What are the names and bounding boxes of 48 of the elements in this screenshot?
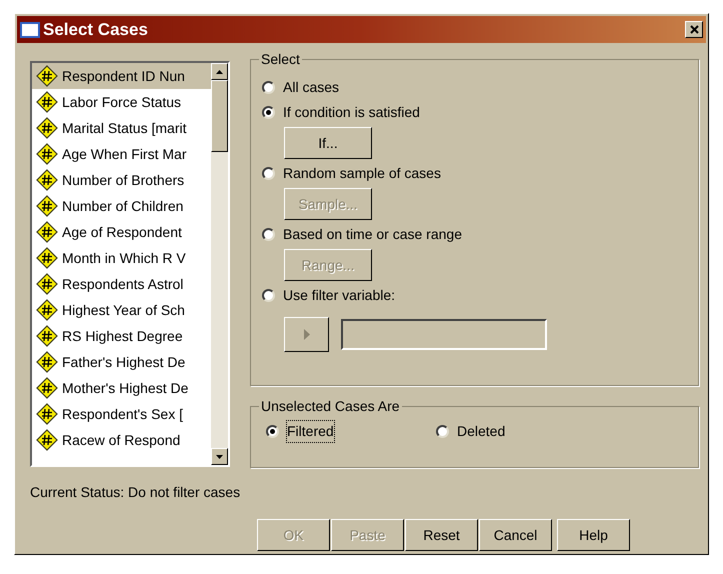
radio-button[interactable] <box>262 228 275 240</box>
radio-button[interactable] <box>262 80 275 94</box>
numeric-variable-icon <box>36 65 58 87</box>
radio-button[interactable] <box>436 425 449 438</box>
radio-label: Filtered <box>287 421 334 442</box>
numeric-variable-icon <box>36 247 58 269</box>
scroll-down-icon[interactable] <box>211 448 228 465</box>
scrollbar[interactable] <box>211 63 228 465</box>
window-title: Select Cases <box>43 18 148 41</box>
numeric-variable-icon <box>36 169 58 191</box>
variable-item[interactable]: Respondent ID Nun <box>32 63 211 89</box>
numeric-variable-icon <box>36 91 58 113</box>
numeric-variable-icon <box>36 377 58 399</box>
move-arrow-button[interactable] <box>284 317 329 352</box>
radio-button[interactable] <box>262 106 275 118</box>
radio-label: Based on time or case range <box>283 224 462 244</box>
dialog-button[interactable]: Reset <box>405 519 478 551</box>
radio-label: If condition is satisfied <box>283 102 420 122</box>
radio-button[interactable] <box>262 166 275 180</box>
numeric-variable-icon <box>36 351 58 373</box>
close-icon <box>690 25 698 34</box>
close-button[interactable] <box>685 21 703 38</box>
scroll-up-icon[interactable] <box>211 63 228 80</box>
group-title: Select <box>259 51 302 67</box>
status-text: Current Status: Do not filter cases <box>30 483 242 502</box>
radio-label: All cases <box>283 78 340 96</box>
numeric-variable-icon <box>36 429 58 451</box>
dialog-button[interactable]: Cancel <box>479 519 552 551</box>
numeric-variable-icon <box>36 325 58 347</box>
scroll-thumb[interactable] <box>211 80 228 152</box>
numeric-variable-icon <box>36 221 58 243</box>
numeric-variable-icon <box>36 143 58 165</box>
radio-button[interactable] <box>266 425 279 438</box>
group-title: Unselected Cases Are <box>259 398 402 414</box>
numeric-variable-icon <box>36 299 58 321</box>
numeric-variable-icon <box>36 117 58 139</box>
numeric-variable-icon <box>36 273 58 295</box>
radio-label: Deleted <box>457 422 506 441</box>
radio-label: Use filter variable: <box>283 286 396 304</box>
window-icon <box>20 22 40 38</box>
right-arrow-icon <box>304 329 310 340</box>
filter-variable-field[interactable] <box>341 319 547 350</box>
numeric-variable-icon <box>36 403 58 425</box>
numeric-variable-icon <box>36 195 58 217</box>
dialog-button[interactable]: If... <box>284 127 372 159</box>
dialog-button[interactable]: Help <box>557 519 630 551</box>
radio-button[interactable] <box>262 288 275 302</box>
radio-label: Random sample of cases <box>283 164 441 183</box>
